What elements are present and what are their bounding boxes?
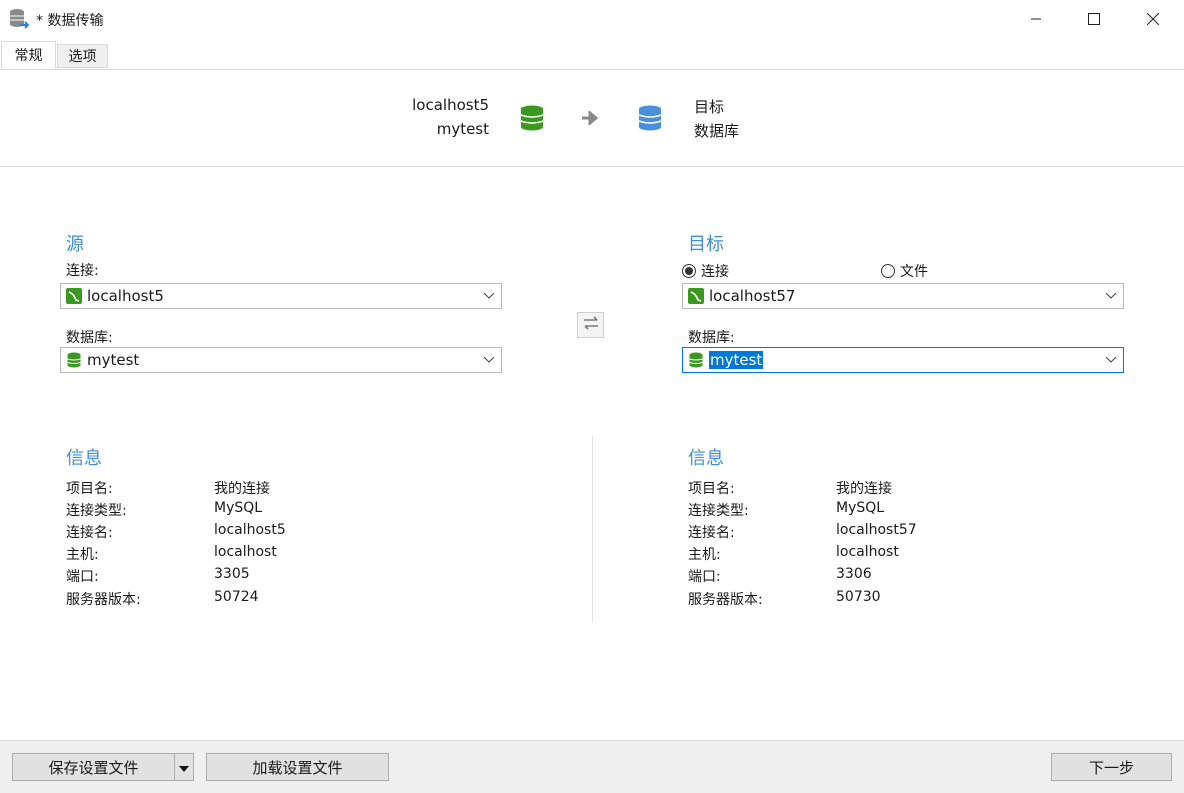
target-database-icon (638, 105, 662, 135)
source-database-icon (520, 105, 544, 135)
info-value: 3305 (214, 566, 250, 582)
info-key: 项目名: (688, 481, 735, 497)
target-connection-value: localhost57 (709, 287, 796, 305)
tab-general[interactable]: 常规 (1, 41, 56, 69)
mysql-connection-icon (688, 288, 704, 304)
info-key: 端口: (688, 569, 721, 585)
info-key: 服务器版本: (66, 592, 141, 608)
info-value: localhost5 (214, 522, 286, 538)
info-key: 连接类型: (688, 503, 749, 519)
header-source-database: mytest (436, 120, 489, 138)
info-key: 端口: (66, 569, 99, 585)
target-database-value: mytest (709, 351, 764, 369)
title-bar: * 数据传输 (0, 0, 1184, 38)
info-key: 连接类型: (66, 503, 127, 519)
chevron-down-icon (481, 288, 497, 304)
target-database-label: 数据库: (688, 330, 735, 346)
load-profile-button[interactable]: 加载设置文件 (206, 753, 389, 781)
source-connection-select[interactable]: localhost5 (60, 283, 502, 309)
info-value: 3306 (836, 566, 872, 582)
source-database-value: mytest (87, 351, 140, 369)
tab-strip (0, 38, 1184, 70)
target-radio-connection[interactable]: 连接 (682, 261, 729, 281)
radio-file-label: 文件 (900, 264, 928, 280)
source-database-label: 数据库: (66, 330, 113, 346)
info-key: 连接名: (688, 525, 735, 541)
save-profile-dropdown-button[interactable] (174, 753, 194, 781)
transfer-summary-header: localhost5 mytest 目标 数据库 (0, 69, 1184, 167)
source-info-table: 项目名: 我的连接 连接类型: MySQL 连接名: localhost5 主机… (66, 478, 366, 618)
source-section-title: 源 (66, 234, 84, 255)
info-value: 我的连接 (214, 481, 270, 497)
arrow-right-icon (582, 109, 599, 129)
footer-bar: 保存设置文件 加载设置文件 下一步 (0, 740, 1184, 793)
window-title: * 数据传输 (36, 13, 104, 29)
info-key: 主机: (688, 547, 721, 563)
minimize-button[interactable] (1007, 0, 1065, 38)
info-value: localhost (836, 544, 899, 560)
target-database-select[interactable]: mytest (682, 347, 1124, 373)
info-key: 项目名: (66, 481, 113, 497)
info-value: 50724 (214, 589, 259, 605)
info-value: MySQL (214, 500, 263, 516)
mysql-connection-icon (66, 288, 82, 304)
target-info-title: 信息 (688, 448, 724, 469)
next-label: 下一步 (1088, 758, 1134, 777)
source-info-title: 信息 (66, 448, 102, 469)
info-value: 我的连接 (836, 481, 892, 497)
source-database-select[interactable]: mytest (60, 347, 502, 373)
chevron-down-icon (481, 352, 497, 368)
database-icon (688, 352, 704, 368)
swap-button[interactable] (577, 312, 604, 338)
chevron-down-icon (1103, 288, 1119, 304)
target-section-title: 目标 (688, 234, 724, 255)
target-connection-select[interactable]: localhost57 (682, 283, 1124, 309)
info-key: 服务器版本: (688, 592, 763, 608)
tab-options[interactable]: 选项 (57, 44, 108, 68)
header-target-line2: 数据库 (694, 122, 740, 140)
source-connection-value: localhost5 (87, 287, 164, 305)
source-connection-label: 连接: (66, 263, 99, 279)
info-value: MySQL (836, 500, 885, 516)
info-divider (592, 436, 593, 622)
info-value: 50730 (836, 589, 881, 605)
save-profile-button[interactable]: 保存设置文件 (12, 753, 175, 781)
save-profile-label: 保存设置文件 (48, 758, 139, 777)
info-key: 主机: (66, 547, 99, 563)
header-source-connection: localhost5 (412, 96, 489, 114)
next-button[interactable]: 下一步 (1051, 753, 1172, 781)
data-transfer-app-icon (9, 8, 30, 30)
caret-down-icon (179, 758, 189, 776)
maximize-button[interactable] (1065, 0, 1123, 38)
load-profile-label: 加载设置文件 (252, 758, 343, 777)
info-value: localhost57 (836, 522, 917, 538)
close-button[interactable] (1124, 0, 1182, 38)
target-radio-file[interactable]: 文件 (881, 261, 928, 281)
swap-arrows-icon (583, 316, 599, 334)
radio-connection-label: 连接 (701, 264, 729, 280)
info-value: localhost (214, 544, 277, 560)
radio-selected-icon (682, 264, 696, 278)
target-info-table: 项目名: 我的连接 连接类型: MySQL 连接名: localhost57 主… (688, 478, 988, 618)
radio-unselected-icon (881, 264, 895, 278)
chevron-down-icon (1103, 352, 1119, 368)
info-key: 连接名: (66, 525, 113, 541)
header-target-line1: 目标 (694, 98, 725, 116)
database-icon (66, 352, 82, 368)
